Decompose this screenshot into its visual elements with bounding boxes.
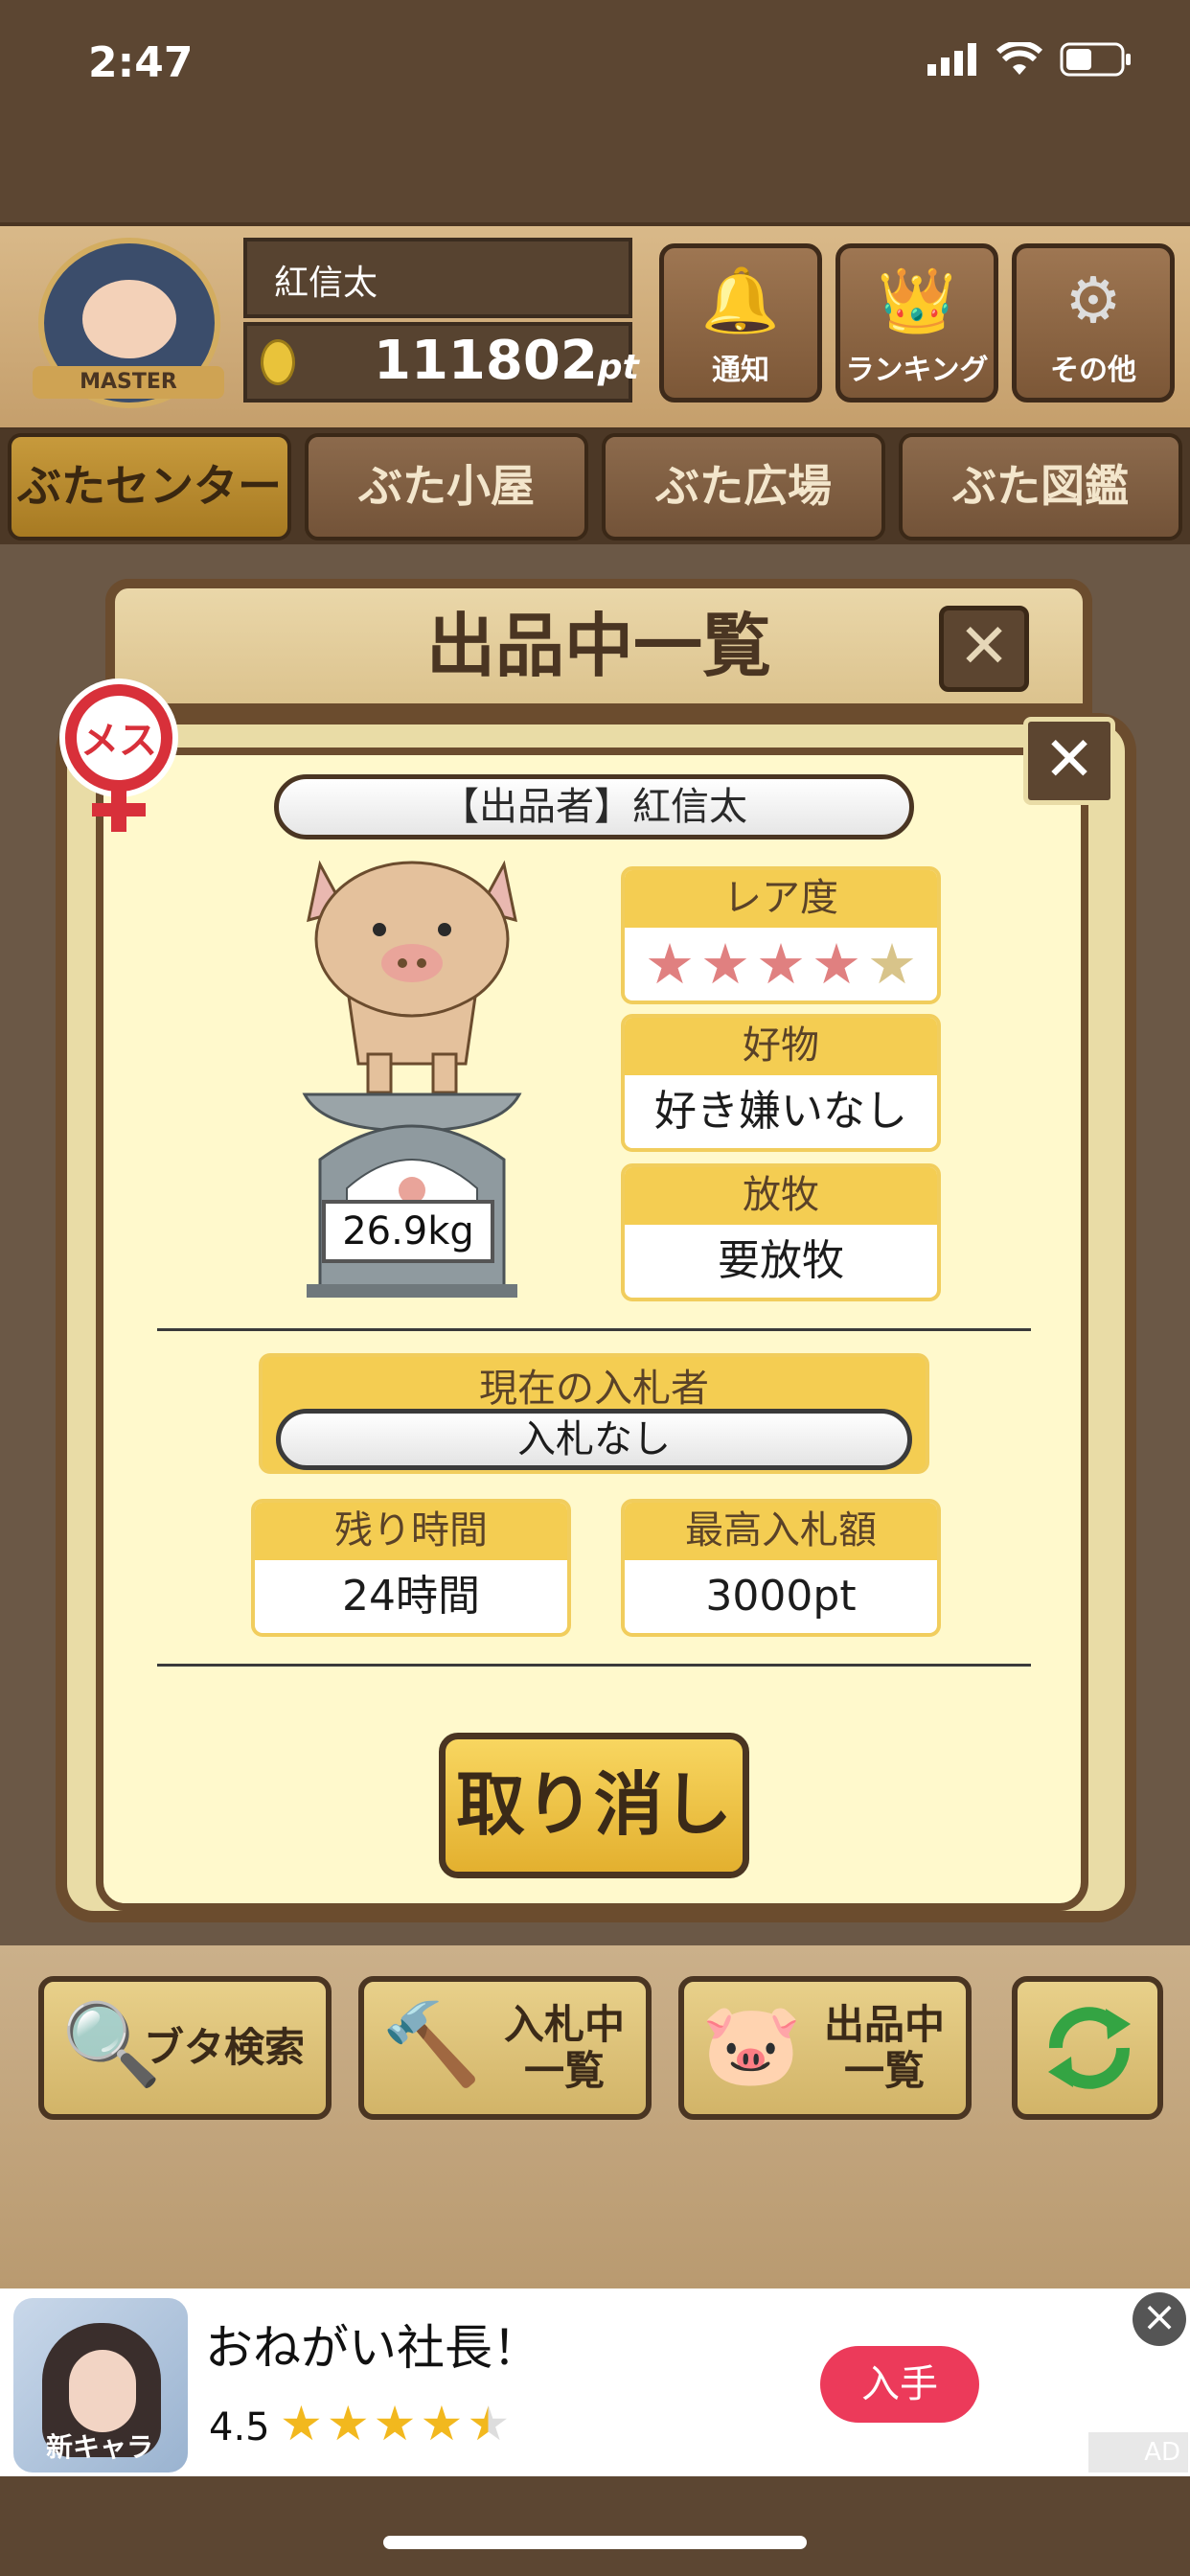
divider <box>157 1664 1031 1667</box>
current-bidder-value: 入札なし <box>276 1409 912 1470</box>
rarity-stars: ★ ★ ★ ★ ★ <box>625 928 937 1000</box>
star-icon: ★ <box>280 2396 323 2451</box>
refresh-button[interactable] <box>1012 1976 1163 2120</box>
bidding-list-label: 入札中 一覧 <box>503 2001 625 2094</box>
battery-icon <box>1060 42 1131 77</box>
grazing-card: 放牧 要放牧 <box>621 1163 941 1301</box>
gender-label: メス <box>80 719 157 763</box>
status-icons <box>927 42 1133 77</box>
star-icon: ★ <box>645 932 695 997</box>
status-time: 2:47 <box>88 38 194 87</box>
points-unit: pt <box>597 348 639 387</box>
ad-get-button[interactable]: 入手 <box>820 2346 979 2423</box>
current-bidder-label: 現在の入札者 <box>479 1367 709 1411</box>
signal-icon <box>927 43 976 76</box>
highest-bid-value: 3000pt <box>705 1572 857 1621</box>
seller-label: 【出品者】紅信太 <box>274 774 914 840</box>
ad-close-button[interactable]: × <box>1133 2292 1186 2346</box>
favorite-food-label: 好物 <box>625 1018 937 1075</box>
background-bottom <box>0 2472 1190 2576</box>
highest-bid-label: 最高入札額 <box>625 1503 937 1560</box>
cancel-listing-button[interactable]: 取り消し <box>439 1733 749 1878</box>
pig-icon <box>307 860 517 1094</box>
coin-icon <box>261 339 295 385</box>
scale-icon <box>302 1092 522 1298</box>
avatar-badge: MASTER <box>33 366 224 399</box>
pig-face-icon <box>82 280 176 358</box>
star-icon: ★ <box>812 932 861 997</box>
star-empty-icon: ★ <box>867 932 917 997</box>
dialog-close-button[interactable]: ✕ <box>1023 717 1115 805</box>
points-value: 111802 <box>374 330 598 392</box>
crown-icon: 👑 <box>877 264 957 337</box>
tab-buta-zukan[interactable]: ぶた図鑑 <box>899 433 1182 540</box>
wifi-icon <box>996 42 1042 75</box>
close-icon: ✕ <box>958 611 1010 682</box>
star-icon: ★ <box>756 932 806 997</box>
remaining-time-label: 残り時間 <box>255 1503 567 1560</box>
grazing-value: 要放牧 <box>718 1236 844 1285</box>
pig-search-button[interactable]: 🔍 ブタ検索 <box>38 1976 332 2120</box>
ad-stars: ★ ★ ★ ★ ★ <box>280 2396 510 2451</box>
ad-image-tag: 新キャラ <box>46 2431 154 2463</box>
tab-buta-goya[interactable]: ぶた小屋 <box>305 433 588 540</box>
background-top <box>0 0 1190 230</box>
bidding-list-button[interactable]: 🔨 入札中 一覧 <box>358 1976 652 2120</box>
star-icon: ★ <box>420 2396 464 2451</box>
female-gender-icon: メス <box>59 678 178 832</box>
tab-buta-center[interactable]: ぶたセンター <box>8 433 291 540</box>
highest-bid-card: 最高入札額 3000pt <box>621 1499 941 1637</box>
listing-close-button[interactable]: ✕ <box>939 606 1029 692</box>
notification-button[interactable]: 🔔 通知 <box>659 243 822 402</box>
ad-title: おねがい社長！ <box>205 2320 540 2376</box>
ranking-button[interactable]: 👑 ランキング <box>835 243 998 402</box>
grazing-label: 放牧 <box>625 1167 937 1225</box>
ranking-label: ランキング <box>845 354 989 387</box>
favorite-food-card: 好物 好き嫌いなし <box>621 1014 941 1152</box>
user-name: 紅信太 <box>274 264 378 303</box>
notification-label: 通知 <box>712 354 769 387</box>
star-icon: ★ <box>700 932 750 997</box>
star-icon: ★ <box>373 2396 417 2451</box>
avatar[interactable]: MASTER <box>33 238 224 408</box>
tab-buta-hiroba[interactable]: ぶた広場 <box>602 433 885 540</box>
star-icon: ★ <box>326 2396 370 2451</box>
half-star-icon: ★ <box>467 2396 511 2451</box>
divider <box>157 1328 1031 1331</box>
bell-icon: 🔔 <box>700 264 781 337</box>
gear-icon: ⚙ <box>1064 264 1122 337</box>
refresh-icon <box>1048 2007 1131 2089</box>
rarity-label: レア度 <box>625 870 937 928</box>
other-label: その他 <box>1050 354 1136 387</box>
remaining-time-value: 24時間 <box>342 1572 480 1621</box>
favorite-food-value: 好き嫌いなし <box>654 1087 907 1136</box>
ad-rating: 4.5 <box>209 2405 270 2450</box>
close-icon: × <box>1141 2292 1178 2341</box>
points-display: 111802pt <box>374 330 639 392</box>
gavel-icon: 🔨 <box>381 1997 482 2091</box>
weight-display: 26.9kg <box>322 1200 494 1263</box>
remaining-time-card: 残り時間 24時間 <box>251 1499 571 1637</box>
close-icon: ✕ <box>1043 724 1095 795</box>
home-indicator[interactable] <box>383 2536 807 2549</box>
ad-badge: AD <box>1088 2432 1188 2472</box>
rarity-card: レア度 ★ ★ ★ ★ ★ <box>621 866 941 1004</box>
listing-list-label: 出品中 一覧 <box>823 2001 945 2094</box>
listing-list-button[interactable]: 🐷 出品中 一覧 <box>678 1976 972 2120</box>
pig-icon: 🐷 <box>701 1997 802 2091</box>
ad-character-face <box>69 2350 136 2432</box>
other-button[interactable]: ⚙ その他 <box>1012 243 1175 402</box>
ad-app-icon[interactable]: 新キャラ <box>13 2298 188 2472</box>
pig-search-label: ブタ検索 <box>143 2024 305 2071</box>
